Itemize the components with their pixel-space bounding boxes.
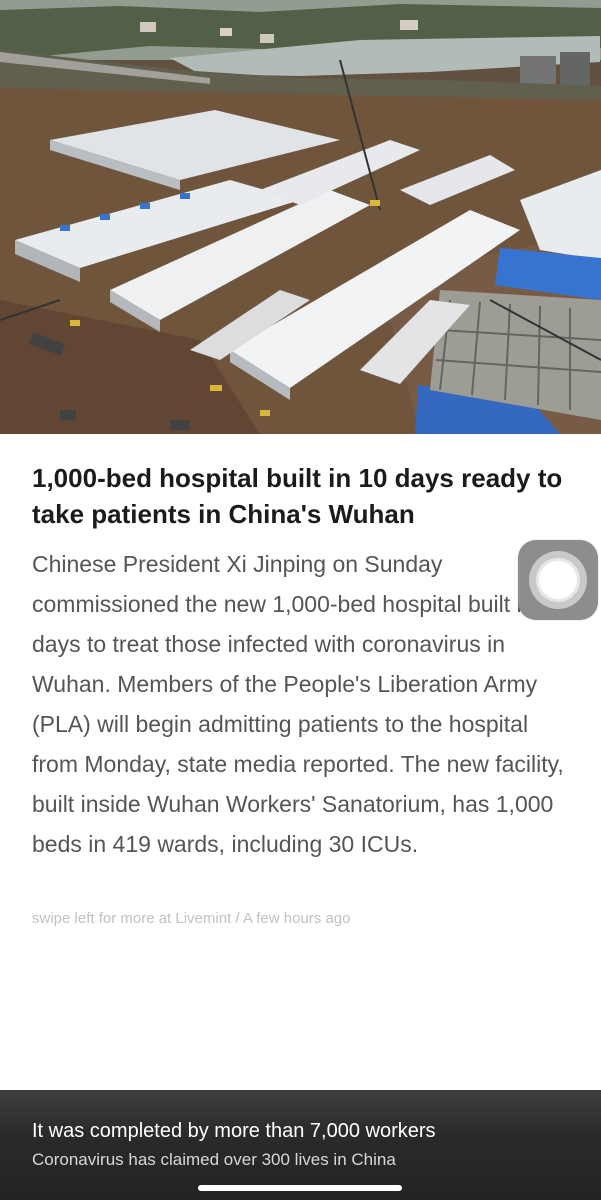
home-indicator[interactable] — [198, 1185, 402, 1191]
banner-title: It was completed by more than 7,000 work… — [32, 1120, 436, 1142]
hospital-aerial-photo — [0, 0, 601, 434]
article-headline[interactable]: 1,000-bed hospital built in 10 days read… — [32, 460, 572, 532]
article-hero-image[interactable] — [0, 0, 601, 434]
article-source-line[interactable]: swipe left for more at Livemint / A few … — [32, 910, 552, 927]
banner-subtitle: Coronavirus has claimed over 300 lives i… — [32, 1150, 396, 1169]
bottom-story-banner[interactable]: It was completed by more than 7,000 work… — [0, 1090, 601, 1200]
news-screen: 1,000-bed hospital built in 10 days read… — [0, 0, 601, 1200]
article-card[interactable]: 1,000-bed hospital built in 10 days read… — [0, 434, 601, 1090]
assistive-touch-center — [539, 561, 577, 599]
assistive-touch-button[interactable] — [518, 540, 598, 620]
article-body: Chinese President Xi Jinping on Sunday c… — [32, 551, 567, 857]
